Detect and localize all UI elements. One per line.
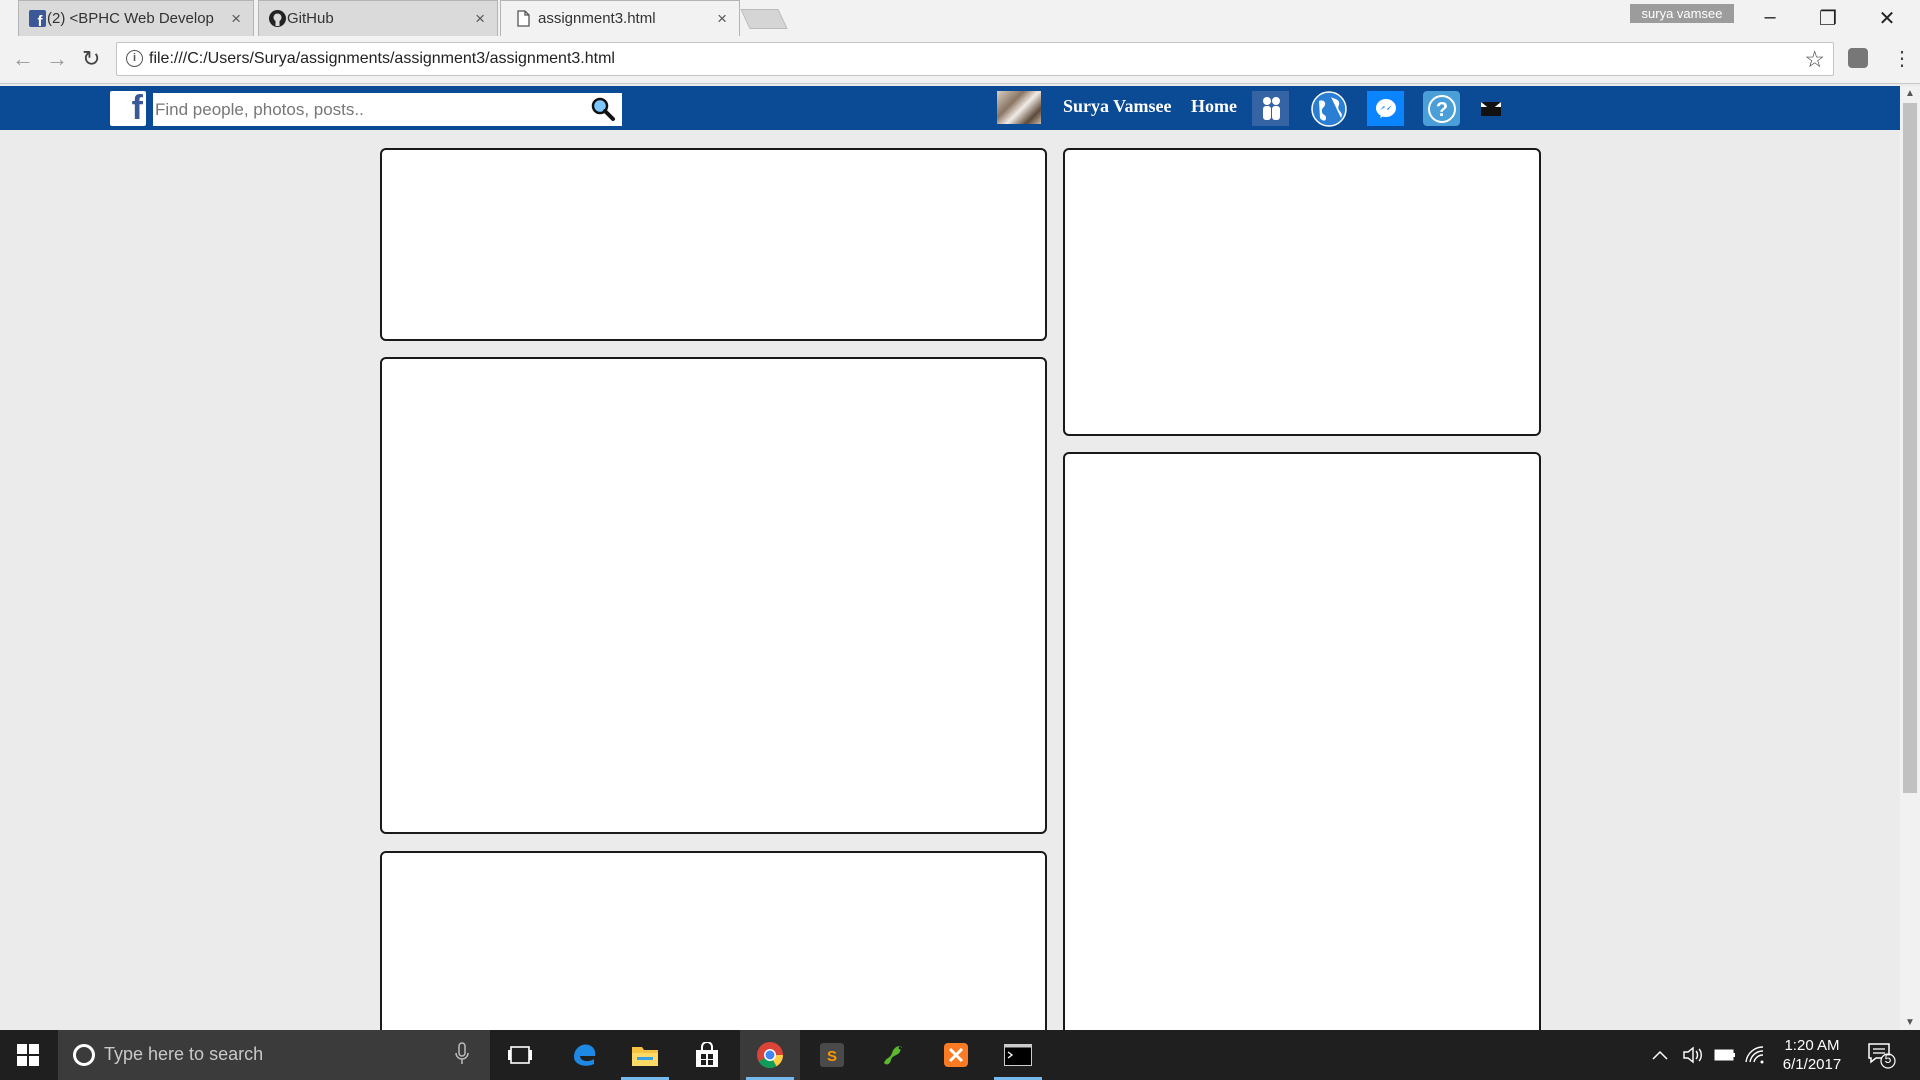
facebook-icon: f <box>29 10 46 27</box>
bookmark-star-icon[interactable]: ☆ <box>1804 46 1825 73</box>
tab-label: (2) <BPHC Web Develop <box>47 10 214 27</box>
tab-label: assignment3.html <box>538 10 656 27</box>
help-icon[interactable]: ? <box>1423 91 1460 126</box>
terminal-icon[interactable] <box>988 1030 1048 1080</box>
mail-icon[interactable] <box>1472 91 1509 126</box>
file-explorer-icon[interactable] <box>615 1030 675 1080</box>
action-center-icon[interactable]: 5 <box>1866 1040 1896 1075</box>
menu-icon[interactable]: ⋮ <box>1892 46 1912 71</box>
content-box-middle-left <box>380 357 1047 834</box>
taskbar-search[interactable]: Type here to search <box>58 1030 490 1080</box>
browser-toolbar: ← → ↻ i file:///C:/Users/Surya/assignmen… <box>0 36 1920 84</box>
forward-icon[interactable]: → <box>46 46 68 72</box>
scrollbar-thumb[interactable] <box>1903 103 1917 793</box>
xampp-icon[interactable] <box>926 1030 986 1080</box>
python-icon[interactable] <box>864 1030 924 1080</box>
svg-text:?: ? <box>1435 99 1447 121</box>
content-box-bottom-left <box>380 851 1047 1051</box>
minimize-icon[interactable]: – <box>1750 6 1790 29</box>
store-icon[interactable] <box>677 1030 737 1080</box>
close-icon[interactable]: × <box>717 9 727 29</box>
edge-icon[interactable] <box>554 1030 614 1080</box>
close-icon[interactable]: × <box>475 9 485 29</box>
battery-icon[interactable] <box>1714 1030 1736 1080</box>
clock[interactable]: 1:20 AM 6/1/2017 <box>1760 1036 1864 1074</box>
clock-date: 6/1/2017 <box>1782 1056 1842 1073</box>
scroll-up-icon[interactable]: ▲ <box>1905 88 1915 99</box>
scroll-down-icon[interactable]: ▼ <box>1905 1017 1915 1028</box>
browser-titlebar: f (2) <BPHC Web Develop × GitHub × assig… <box>0 0 1920 36</box>
search-input[interactable] <box>153 93 583 126</box>
tab-assignment[interactable]: assignment3.html × <box>500 0 740 36</box>
info-icon[interactable]: i <box>126 50 143 67</box>
task-view-icon[interactable] <box>490 1030 550 1080</box>
address-bar[interactable]: i file:///C:/Users/Surya/assignments/ass… <box>116 42 1834 76</box>
tab-facebook[interactable]: f (2) <BPHC Web Develop × <box>18 0 254 36</box>
home-link[interactable]: Home <box>1191 96 1237 117</box>
new-tab-button[interactable] <box>740 9 788 29</box>
close-window-icon[interactable]: ✕ <box>1867 6 1907 31</box>
friends-icon[interactable] <box>1252 91 1289 126</box>
clock-time: 1:20 AM <box>1784 1037 1840 1054</box>
extension-icon[interactable] <box>1848 48 1868 68</box>
back-icon[interactable]: ← <box>12 46 34 72</box>
fb-search-box <box>153 93 622 126</box>
globe-icon[interactable] <box>1310 90 1347 127</box>
search-icon[interactable] <box>590 96 616 122</box>
windows-taskbar: Type here to search S 1:20 AM 6/1/2017 5 <box>0 1030 1920 1080</box>
cortana-icon <box>73 1044 95 1066</box>
reload-icon[interactable]: ↻ <box>82 46 100 72</box>
windows-start-icon[interactable] <box>0 1030 56 1080</box>
content-box-bottom-right <box>1063 452 1541 1052</box>
restore-icon[interactable]: ❐ <box>1808 6 1848 31</box>
url-text[interactable]: file:///C:/Users/Surya/assignments/assig… <box>149 50 615 68</box>
close-icon[interactable]: × <box>231 9 241 29</box>
fb-header: f Surya Vamsee Home ? <box>0 86 1900 130</box>
user-name-link[interactable]: Surya Vamsee <box>1063 96 1172 117</box>
facebook-logo-letter: f <box>131 89 143 127</box>
messenger-icon[interactable] <box>1367 91 1404 126</box>
chrome-icon[interactable] <box>740 1030 800 1080</box>
vertical-scrollbar[interactable]: ▲ ▼ <box>1900 86 1920 1030</box>
tab-label: GitHub <box>287 10 334 27</box>
volume-icon[interactable] <box>1682 1030 1704 1080</box>
notification-count: 5 <box>1884 1052 1892 1066</box>
taskbar-search-placeholder: Type here to search <box>104 1044 264 1064</box>
sublime-icon[interactable]: S <box>802 1030 862 1080</box>
content-box-top-left <box>380 148 1047 341</box>
facebook-logo[interactable]: f <box>110 89 146 127</box>
svg-text:S: S <box>827 1048 837 1065</box>
avatar[interactable] <box>997 91 1041 124</box>
github-icon <box>269 10 286 27</box>
content-box-top-right <box>1063 148 1541 436</box>
tab-github[interactable]: GitHub × <box>258 0 498 36</box>
profile-badge[interactable]: surya vamsee <box>1630 4 1734 23</box>
show-hidden-icons[interactable] <box>1652 1030 1668 1080</box>
file-icon <box>517 10 530 27</box>
microphone-icon[interactable] <box>455 1042 469 1066</box>
